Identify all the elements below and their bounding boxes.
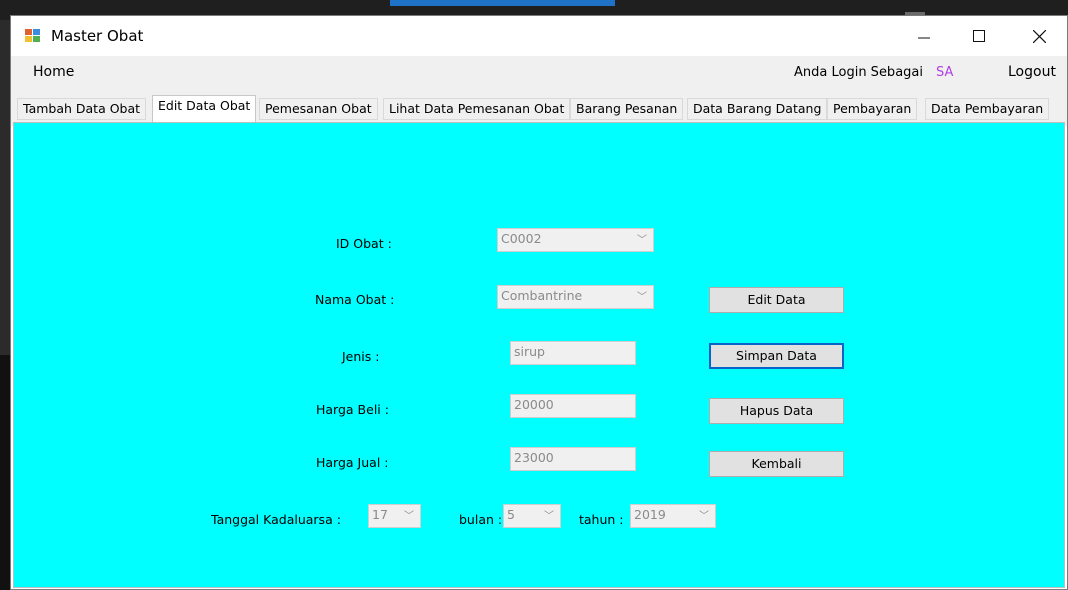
login-user: SA bbox=[936, 65, 954, 80]
chevron-down-icon: ﹀ bbox=[637, 292, 647, 303]
tab-pemesanan-obat[interactable]: Pemesanan Obat bbox=[259, 98, 378, 120]
tab-lihat-data-pemesanan-obat[interactable]: Lihat Data Pemesanan Obat bbox=[383, 98, 571, 120]
tab-data-barang-datang[interactable]: Data Barang Datang bbox=[687, 98, 828, 120]
login-label: Anda Login Sebagai bbox=[794, 65, 923, 80]
window-title: Master Obat bbox=[51, 27, 144, 45]
tab-tambah-data-obat[interactable]: Tambah Data Obat bbox=[17, 98, 147, 120]
tanggal-select[interactable]: 17 ﹀ bbox=[368, 504, 421, 528]
chevron-down-icon: ﹀ bbox=[404, 511, 414, 522]
menu-home[interactable]: Home bbox=[33, 64, 74, 80]
taskbar-highlight bbox=[390, 0, 615, 6]
id-obat-value: C0002 bbox=[501, 231, 542, 246]
edit-data-obat-panel: ID Obat : Nama Obat : Jenis : Harga Beli… bbox=[13, 122, 1065, 588]
title-bar[interactable]: Master Obat bbox=[11, 16, 1067, 56]
bulan-select[interactable]: 5 ﹀ bbox=[503, 504, 561, 528]
tahun-value: 2019 bbox=[634, 507, 666, 522]
tanggal-kadaluarsa-label: Tanggal Kadaluarsa : bbox=[211, 512, 341, 527]
bulan-label: bulan : bbox=[459, 512, 503, 527]
kembali-button[interactable]: Kembali bbox=[709, 451, 844, 477]
id-obat-label: ID Obat : bbox=[336, 236, 392, 251]
harga-beli-input[interactable]: 20000 bbox=[510, 394, 636, 418]
chevron-down-icon: ﹀ bbox=[699, 511, 709, 522]
close-icon[interactable] bbox=[1016, 16, 1062, 56]
nama-obat-select[interactable]: Combantrine ﹀ bbox=[497, 285, 654, 309]
edit-data-button[interactable]: Edit Data bbox=[709, 287, 844, 313]
jenis-label: Jenis : bbox=[342, 349, 380, 364]
menu-bar: Home Anda Login Sebagai SA Logout bbox=[11, 56, 1067, 88]
tab-data-pembayaran[interactable]: Data Pembayaran bbox=[925, 98, 1050, 120]
menu-logout[interactable]: Logout bbox=[1008, 64, 1056, 80]
bulan-value: 5 bbox=[507, 507, 515, 522]
nama-obat-value: Combantrine bbox=[501, 288, 583, 303]
nama-obat-label: Nama Obat : bbox=[315, 292, 395, 307]
id-obat-select[interactable]: C0002 ﹀ bbox=[497, 228, 654, 252]
tab-pembayaran[interactable]: Pembayaran bbox=[827, 98, 918, 120]
jenis-input[interactable]: sirup bbox=[510, 341, 636, 365]
chevron-down-icon: ﹀ bbox=[637, 235, 647, 246]
maximize-icon[interactable] bbox=[956, 16, 1002, 56]
hapus-data-button[interactable]: Hapus Data bbox=[709, 398, 844, 424]
tahun-label: tahun : bbox=[579, 512, 624, 527]
master-obat-window: Master Obat Home Anda Login Sebagai SA L… bbox=[10, 15, 1068, 590]
harga-jual-input[interactable]: 23000 bbox=[510, 447, 636, 471]
app-icon bbox=[25, 29, 41, 43]
harga-jual-label: Harga Jual : bbox=[316, 455, 389, 470]
harga-beli-label: Harga Beli : bbox=[316, 402, 389, 417]
tab-barang-pesanan[interactable]: Barang Pesanan bbox=[570, 98, 684, 120]
simpan-data-button[interactable]: Simpan Data bbox=[709, 343, 844, 369]
desktop-left-edge bbox=[0, 355, 10, 590]
minimize-icon[interactable] bbox=[901, 16, 947, 56]
tab-strip: Tambah Data Obat Edit Data Obat Pemesana… bbox=[11, 88, 1067, 126]
tab-edit-data-obat[interactable]: Edit Data Obat bbox=[152, 95, 257, 122]
tahun-select[interactable]: 2019 ﹀ bbox=[630, 504, 716, 528]
chevron-down-icon: ﹀ bbox=[544, 511, 554, 522]
tanggal-value: 17 bbox=[372, 507, 388, 522]
